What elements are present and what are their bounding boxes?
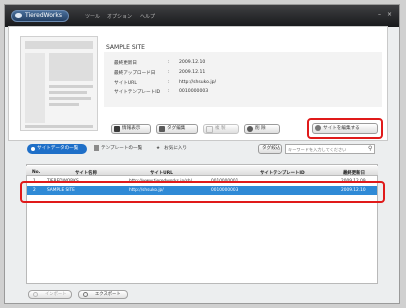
info-button[interactable]: 情報表示 — [111, 124, 151, 134]
column-site-url[interactable]: サイトURL — [150, 170, 173, 176]
delete-icon — [247, 126, 253, 132]
tab-favorites-label: お気に入り — [164, 146, 188, 151]
tag-filter-label: タグ絞込 — [262, 146, 281, 151]
copy-button[interactable]: 複 製 — [203, 124, 239, 134]
export-icon — [83, 292, 88, 297]
title-bar: TieredWorks ツール オプション ヘルプ – × — [5, 5, 399, 27]
info-colon: : — [168, 89, 170, 94]
column-site-name[interactable]: サイト名称 — [75, 170, 97, 176]
site-thumbnail — [20, 36, 98, 131]
column-template-id[interactable]: サイトテンプレートID — [260, 170, 305, 176]
tag-edit-button[interactable]: タグ編集 — [156, 124, 198, 134]
search-input[interactable] — [285, 144, 375, 154]
tag-icon — [159, 126, 165, 132]
logo-icon — [15, 13, 22, 18]
info-value-updated: 2009.12.10 — [179, 60, 206, 65]
info-colon: : — [168, 80, 170, 85]
info-value-url: http://shsuko.jp/ — [179, 80, 217, 85]
tab-favorites[interactable]: ★ お気に入り — [156, 144, 187, 154]
close-button[interactable]: × — [387, 11, 392, 18]
tab-template-list-label: テンプレートの一覧 — [101, 146, 143, 151]
star-icon: ★ — [156, 146, 161, 151]
page-preview-image — [25, 41, 93, 128]
export-button-label: エクスポート — [95, 292, 121, 297]
site-list-icon — [31, 147, 35, 151]
delete-button[interactable]: 削 除 — [244, 124, 280, 134]
info-label-url: サイトURL — [114, 81, 137, 86]
info-label-uploaded: 最終アップロード日 — [114, 71, 156, 76]
edit-button-highlight — [307, 118, 383, 139]
copy-button-label: 複 製 — [215, 126, 226, 131]
info-colon: : — [168, 70, 170, 75]
info-value-uploaded: 2009.12.11 — [179, 70, 206, 75]
site-title: SAMPLE SITE — [106, 44, 145, 51]
tab-site-list[interactable]: サイトデータの一覧 — [27, 144, 87, 154]
column-updated[interactable]: 最終更新日 — [343, 170, 365, 176]
menu-help[interactable]: ヘルプ — [140, 13, 155, 20]
import-button-label: インポート — [45, 292, 67, 297]
export-button[interactable]: エクスポート — [78, 290, 128, 299]
info-colon: : — [168, 60, 170, 65]
tab-template-list[interactable]: テンプレートの一覧 — [94, 144, 142, 154]
row-highlight — [20, 181, 385, 203]
delete-button-label: 削 除 — [255, 126, 266, 131]
site-info-box — [104, 52, 382, 107]
app-logo: TieredWorks — [11, 10, 69, 22]
info-button-label: 情報表示 — [122, 126, 141, 131]
copy-icon — [206, 126, 213, 133]
menu-tools[interactable]: ツール — [85, 13, 100, 20]
info-value-template-id: 0010000003 — [179, 89, 209, 94]
search-icon[interactable]: ⚲ — [368, 145, 372, 152]
info-label-updated: 最終更新日 — [114, 61, 137, 66]
logo-text: TieredWorks — [25, 12, 62, 19]
minimize-button[interactable]: – — [378, 11, 381, 18]
info-label-template-id: サイトテンプレートID — [114, 90, 161, 95]
tab-site-list-label: サイトデータの一覧 — [37, 146, 79, 151]
info-icon — [114, 126, 120, 132]
tag-filter-button[interactable]: タグ絞込 — [258, 144, 282, 154]
tag-edit-button-label: タグ編集 — [167, 126, 186, 131]
import-icon — [33, 292, 38, 297]
menu-options[interactable]: オプション — [107, 13, 132, 20]
import-button[interactable]: インポート — [28, 290, 72, 299]
template-icon — [94, 144, 99, 151]
column-no[interactable]: No. — [32, 170, 40, 175]
